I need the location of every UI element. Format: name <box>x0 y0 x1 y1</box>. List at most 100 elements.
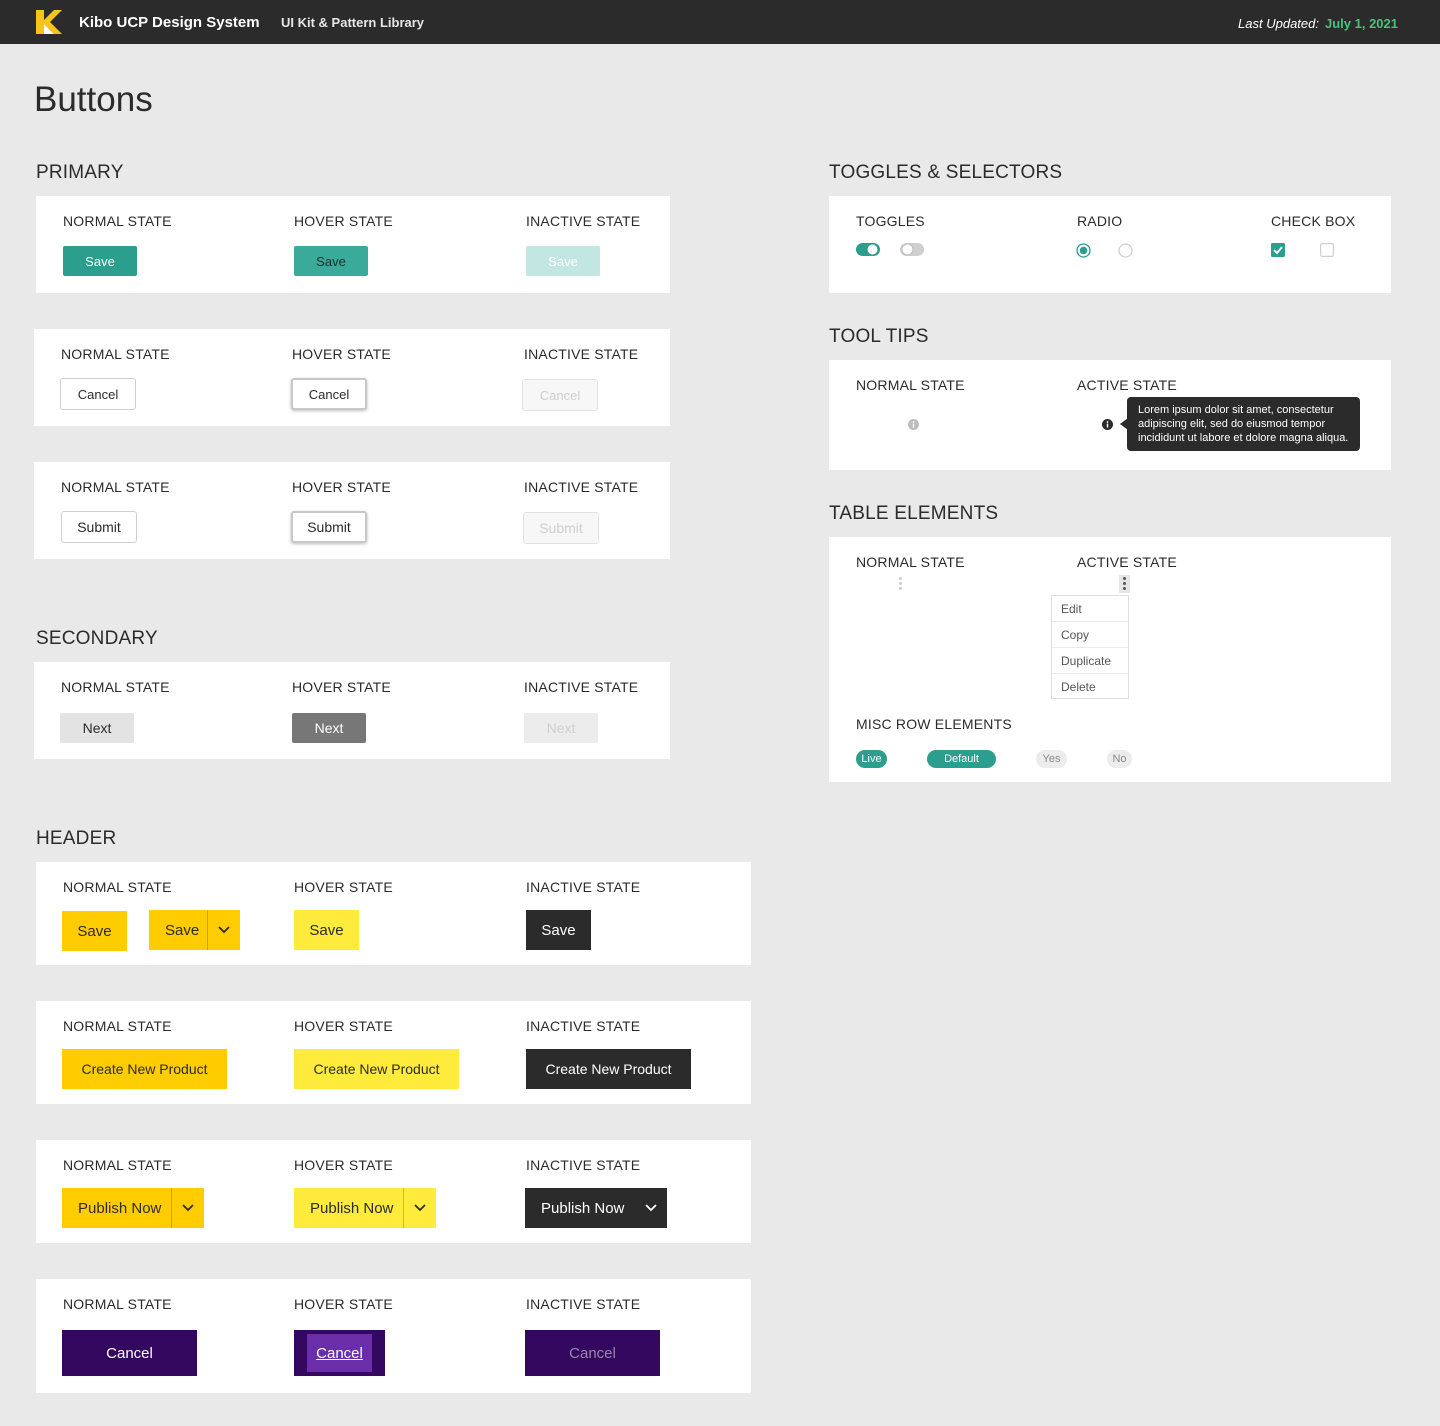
state-label-normal: NORMAL STATE <box>63 1296 172 1312</box>
info-icon-active[interactable] <box>1102 419 1113 430</box>
pill-yes: Yes <box>1036 750 1067 768</box>
header-save-button-hover[interactable]: Save <box>294 910 359 950</box>
menu-item-delete[interactable]: Delete <box>1052 674 1128 700</box>
state-label-hover: HOVER STATE <box>294 1018 393 1034</box>
kibo-logo-icon <box>36 10 62 34</box>
menu-item-edit[interactable]: Edit <box>1052 596 1128 622</box>
submit-button-hover[interactable]: Submit <box>291 511 367 543</box>
table-section-title: TABLE ELEMENTS <box>829 503 999 524</box>
primary-save-button[interactable]: Save <box>63 246 137 276</box>
brand-title: Kibo UCP Design System <box>79 14 260 31</box>
header-section-title: HEADER <box>36 828 117 849</box>
primary-save-card <box>36 196 670 293</box>
tooltip-content: Lorem ipsum dolor sit amet, consectetur … <box>1127 397 1360 451</box>
primary-save-button-inactive: Save <box>526 246 600 276</box>
kebab-menu-icon-active[interactable] <box>1123 577 1126 592</box>
submit-button[interactable]: Submit <box>61 511 137 543</box>
kebab-menu-icon[interactable] <box>899 577 902 592</box>
cancel-button-inactive: Cancel <box>522 379 598 411</box>
state-label-normal: NORMAL STATE <box>63 1157 172 1173</box>
state-label-inactive: INACTIVE STATE <box>524 679 639 695</box>
state-label-hover: HOVER STATE <box>292 679 391 695</box>
chevron-down-icon[interactable] <box>171 1188 204 1228</box>
next-button-inactive: Next <box>524 713 598 743</box>
create-new-product-button-hover[interactable]: Create New Product <box>294 1049 459 1089</box>
state-label-inactive: INACTIVE STATE <box>526 1018 641 1034</box>
state-label-normal: NORMAL STATE <box>61 346 170 362</box>
publish-now-label[interactable]: Publish Now <box>62 1188 171 1228</box>
info-icon[interactable] <box>908 419 919 430</box>
chevron-down-icon <box>635 1188 667 1228</box>
radio-label: RADIO <box>1077 213 1123 229</box>
state-label-normal: NORMAL STATE <box>63 1018 172 1034</box>
state-label-inactive: INACTIVE STATE <box>526 1296 641 1312</box>
state-label-normal: NORMAL STATE <box>856 377 965 393</box>
state-label-normal: NORMAL STATE <box>63 213 172 229</box>
page-title: Buttons <box>34 80 153 119</box>
state-label-hover: HOVER STATE <box>294 213 393 229</box>
pill-default: Default <box>927 750 996 768</box>
state-label-active: ACTIVE STATE <box>1077 377 1177 393</box>
publish-now-button-inactive: Publish Now <box>525 1188 667 1228</box>
state-label-hover: HOVER STATE <box>292 346 391 362</box>
header-save-button-inactive: Save <box>526 910 591 950</box>
toggles-label: TOGGLES <box>856 213 925 229</box>
state-label-hover: HOVER STATE <box>294 1157 393 1173</box>
misc-row-label: MISC ROW ELEMENTS <box>856 716 1012 732</box>
purple-cancel-button-hover[interactable]: Cancel <box>294 1330 385 1376</box>
state-label-inactive: INACTIVE STATE <box>524 346 639 362</box>
last-updated-label: Last Updated: <box>1238 16 1319 31</box>
cancel-button[interactable]: Cancel <box>60 378 136 410</box>
menu-item-duplicate[interactable]: Duplicate <box>1052 648 1128 674</box>
create-new-product-button[interactable]: Create New Product <box>62 1049 227 1089</box>
pill-no: No <box>1107 750 1132 768</box>
primary-save-button-hover[interactable]: Save <box>294 246 368 276</box>
create-new-product-button-inactive: Create New Product <box>526 1049 691 1089</box>
header-save-split-label[interactable]: Save <box>149 910 207 950</box>
secondary-section-title: SECONDARY <box>36 628 158 649</box>
toggle-off[interactable] <box>900 242 924 257</box>
state-label-inactive: INACTIVE STATE <box>526 879 641 895</box>
tooltips-section-title: TOOL TIPS <box>829 326 929 347</box>
publish-now-label: Publish Now <box>541 1199 625 1217</box>
state-label-hover: HOVER STATE <box>294 879 393 895</box>
checkbox-label: CHECK BOX <box>1271 213 1356 229</box>
state-label-normal: NORMAL STATE <box>61 479 170 495</box>
brand-subtitle: UI Kit & Pattern Library <box>281 15 425 30</box>
primary-section-title: PRIMARY <box>36 162 124 183</box>
pill-live: Live <box>856 750 887 768</box>
state-label-inactive: INACTIVE STATE <box>524 479 639 495</box>
submit-button-inactive: Submit <box>523 512 599 544</box>
chevron-down-icon[interactable] <box>207 910 240 950</box>
menu-item-copy[interactable]: Copy <box>1052 622 1128 648</box>
state-label-normal: NORMAL STATE <box>63 879 172 895</box>
next-button-hover[interactable]: Next <box>292 713 366 743</box>
publish-now-button-hover[interactable]: Publish Now <box>294 1188 436 1228</box>
radio-unselected[interactable] <box>1118 243 1133 258</box>
toggle-on[interactable] <box>856 242 880 257</box>
last-updated: Last Updated: July 1, 2021 <box>1238 16 1398 31</box>
publish-now-label[interactable]: Publish Now <box>294 1188 403 1228</box>
header-save-split-button[interactable]: Save <box>149 910 240 950</box>
state-label-inactive: INACTIVE STATE <box>526 1157 641 1173</box>
purple-cancel-hover-label[interactable]: Cancel <box>307 1334 372 1372</box>
header-save-button[interactable]: Save <box>62 911 127 951</box>
purple-cancel-button[interactable]: Cancel <box>62 1330 197 1376</box>
next-button[interactable]: Next <box>60 713 134 743</box>
checkbox-unchecked[interactable] <box>1320 243 1334 257</box>
toggles-section-title: TOGGLES & SELECTORS <box>829 162 1063 183</box>
checkbox-checked[interactable] <box>1271 243 1285 257</box>
state-label-hover: HOVER STATE <box>292 479 391 495</box>
purple-cancel-button-inactive: Cancel <box>525 1330 660 1376</box>
secondary-card <box>34 662 670 759</box>
header-save-card <box>36 862 751 965</box>
cancel-button-hover[interactable]: Cancel <box>291 378 367 410</box>
publish-now-button[interactable]: Publish Now <box>62 1188 204 1228</box>
chevron-down-icon[interactable] <box>403 1188 436 1228</box>
state-label-normal: NORMAL STATE <box>856 554 965 570</box>
state-label-inactive: INACTIVE STATE <box>526 213 641 229</box>
row-action-menu: Edit Copy Duplicate Delete <box>1051 595 1129 699</box>
state-label-hover: HOVER STATE <box>294 1296 393 1312</box>
radio-selected[interactable] <box>1076 243 1091 258</box>
state-label-active: ACTIVE STATE <box>1077 554 1177 570</box>
